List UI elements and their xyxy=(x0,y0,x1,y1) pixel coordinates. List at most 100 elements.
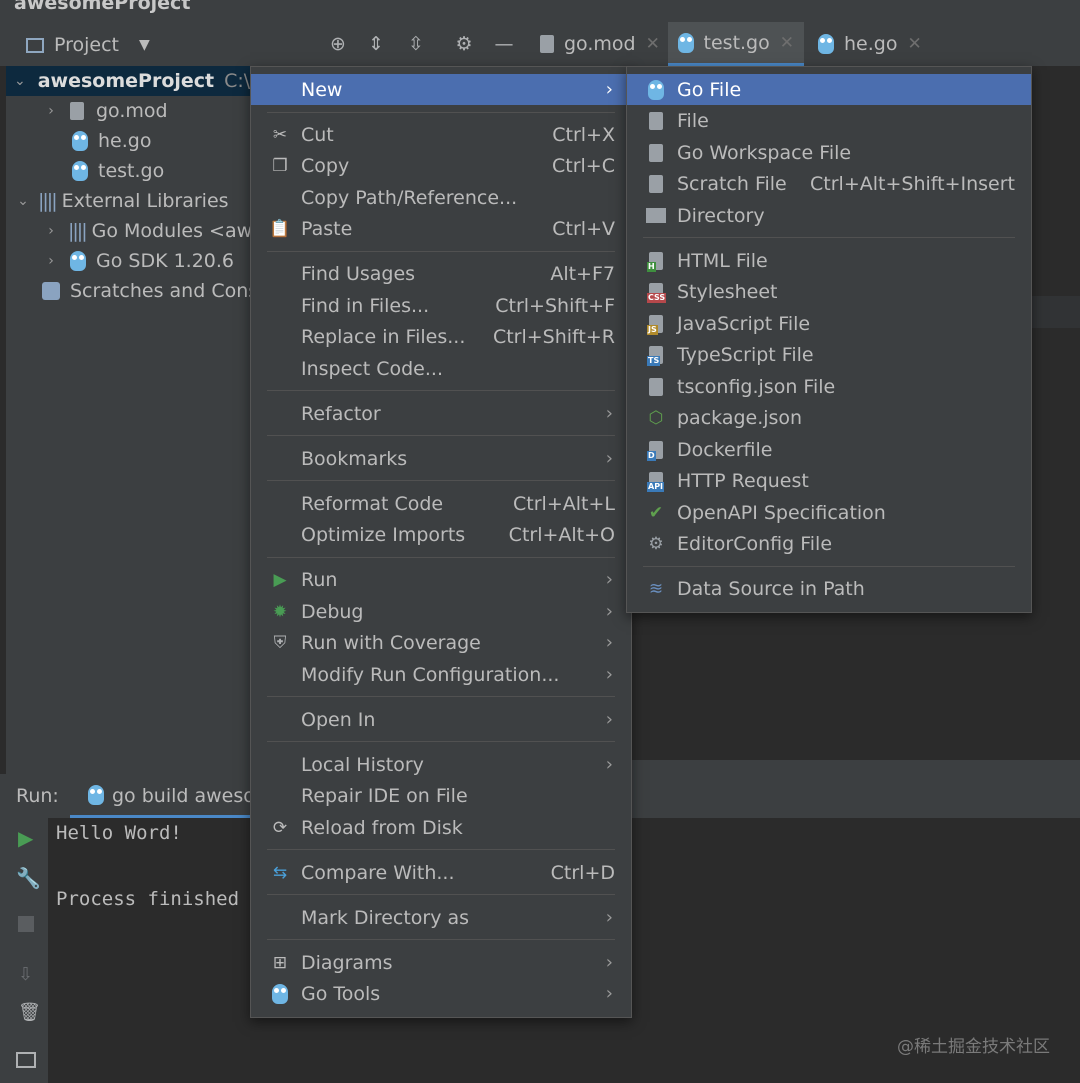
file-icon xyxy=(70,102,84,120)
docker-file-icon: D xyxy=(645,439,667,461)
menu-item-mark-directory[interactable]: Mark Directory as › xyxy=(251,902,631,933)
tree-item-go-sdk[interactable]: › Go SDK 1.20.6 xyxy=(42,246,234,276)
submenu-item-html-file[interactable]: H HTML File xyxy=(627,245,1031,276)
menu-item-run-with-coverage[interactable]: ⛨ Run with Coverage › xyxy=(251,627,631,658)
tab-go-mod[interactable]: go.mod ✕ xyxy=(530,22,670,66)
project-name: awesomeProject xyxy=(37,70,215,92)
submenu-item-typescript[interactable]: TS TypeScript File xyxy=(627,339,1031,370)
menu-item-run[interactable]: ▶ Run › xyxy=(251,564,631,595)
menu-item-refactor[interactable]: Refactor › xyxy=(251,398,631,429)
chevron-down-icon[interactable]: ⌄ xyxy=(14,193,32,209)
menu-item-reload-from-disk[interactable]: ⟳ Reload from Disk xyxy=(251,812,631,843)
collapse-all-icon[interactable]: ⇳ xyxy=(404,32,428,56)
submenu-item-dockerfile[interactable]: D Dockerfile xyxy=(627,434,1031,465)
stop-icon[interactable] xyxy=(18,916,34,932)
gopher-icon xyxy=(645,79,667,101)
submenu-item-data-source[interactable]: ≋ Data Source in Path xyxy=(627,573,1031,604)
menu-item-cut[interactable]: ✂ Cut Ctrl+X xyxy=(251,119,631,150)
submenu-item-file[interactable]: File xyxy=(627,105,1031,136)
run-config-tab[interactable]: go build aweson xyxy=(112,785,267,807)
menu-item-new[interactable]: New › xyxy=(251,74,631,105)
gopher-icon xyxy=(818,34,834,54)
crosshair-icon[interactable]: ⊕ xyxy=(326,32,350,56)
chevron-right-icon[interactable]: › xyxy=(42,223,60,239)
watermark: @稀土掘金技术社区 xyxy=(897,1037,1050,1057)
tree-item-scratches[interactable]: Scratches and Consol xyxy=(42,276,275,306)
gopher-icon xyxy=(88,785,104,805)
submenu-item-editorconfig[interactable]: ⚙ EditorConfig File xyxy=(627,528,1031,559)
menu-item-inspect-code[interactable]: Inspect Code... xyxy=(251,353,631,384)
wrench-icon[interactable]: 🔧 xyxy=(16,866,41,890)
submenu-item-stylesheet[interactable]: CSS Stylesheet xyxy=(627,276,1031,307)
submenu-item-go-workspace[interactable]: Go Workspace File xyxy=(627,137,1031,168)
file-icon xyxy=(540,35,554,53)
menu-item-go-tools[interactable]: Go Tools › xyxy=(251,978,631,1009)
menu-item-repair-ide[interactable]: Repair IDE on File xyxy=(251,780,631,811)
menu-item-paste[interactable]: 📋 Paste Ctrl+V xyxy=(251,213,631,244)
project-view-selector[interactable]: Project ▼ xyxy=(14,30,160,60)
project-panel: ⌄ awesomeProject C:\ › go.mod he.go test… xyxy=(6,66,275,760)
menu-item-copy-path[interactable]: Copy Path/Reference... xyxy=(251,182,631,213)
menu-label: Copy Path/Reference... xyxy=(301,186,518,209)
menu-item-copy[interactable]: ❐ Copy Ctrl+C xyxy=(251,150,631,181)
menu-item-open-in[interactable]: Open In › xyxy=(251,704,631,735)
menu-item-find-in-files[interactable]: Find in Files... Ctrl+Shift+F xyxy=(251,290,631,321)
run-icon[interactable]: ▶ xyxy=(18,826,33,850)
menu-item-modify-run-config[interactable]: Modify Run Configuration... › xyxy=(251,659,631,690)
submenu-item-directory[interactable]: Directory xyxy=(627,200,1031,231)
tree-item-label: Scratches and Consol xyxy=(70,280,276,302)
menu-label: Go File xyxy=(677,78,742,101)
close-icon[interactable]: ✕ xyxy=(646,34,660,54)
file-icon xyxy=(645,110,667,132)
gopher-icon xyxy=(72,161,88,181)
submenu-item-tsconfig[interactable]: tsconfig.json File xyxy=(627,371,1031,402)
submenu-item-openapi[interactable]: ✔ OpenAPI Specification xyxy=(627,497,1031,528)
tab-he-go[interactable]: he.go ✕ xyxy=(808,22,932,66)
tree-item-test-go[interactable]: test.go xyxy=(72,156,164,186)
trash-icon[interactable]: 🗑 xyxy=(18,1002,41,1023)
chevron-right-icon[interactable]: › xyxy=(42,253,60,269)
menu-item-local-history[interactable]: Local History › xyxy=(251,749,631,780)
menu-item-find-usages[interactable]: Find Usages Alt+F7 xyxy=(251,258,631,289)
menu-item-replace-in-files[interactable]: Replace in Files... Ctrl+Shift+R xyxy=(251,321,631,352)
tree-item-go-modules[interactable]: › |||| Go Modules <awe xyxy=(42,216,264,246)
hide-icon[interactable]: — xyxy=(492,32,516,56)
chevron-right-icon[interactable]: › xyxy=(42,103,60,119)
menu-label: Open In xyxy=(301,708,376,731)
tab-test-go[interactable]: test.go ✕ xyxy=(668,22,804,66)
chevron-right-icon: › xyxy=(605,664,613,685)
menu-shortcut: Ctrl+Alt+O xyxy=(508,523,615,546)
submenu-item-scratch-file[interactable]: Scratch File Ctrl+Alt+Shift+Insert xyxy=(627,168,1031,199)
layout-icon[interactable] xyxy=(16,1052,36,1068)
chevron-down-icon[interactable]: ⌄ xyxy=(14,73,26,89)
scroll-to-end-icon[interactable]: ⇩ xyxy=(18,964,33,985)
menu-item-debug[interactable]: ✹ Debug › xyxy=(251,596,631,627)
submenu-item-http-request[interactable]: API HTTP Request xyxy=(627,465,1031,496)
expand-all-icon[interactable]: ⇕ xyxy=(364,32,388,56)
menu-item-compare-with[interactable]: ⇆ Compare With... Ctrl+D xyxy=(251,857,631,888)
tab-label: he.go xyxy=(844,33,898,55)
close-icon[interactable]: ✕ xyxy=(907,34,921,54)
menu-item-bookmarks[interactable]: Bookmarks › xyxy=(251,443,631,474)
project-path: C:\ xyxy=(224,70,251,92)
library-icon: |||| xyxy=(68,220,88,242)
menu-label: Local History xyxy=(301,753,424,776)
database-icon: ≋ xyxy=(648,578,664,599)
menu-item-reformat-code[interactable]: Reformat Code Ctrl+Alt+L xyxy=(251,488,631,519)
menu-shortcut: Ctrl+Alt+Shift+Insert xyxy=(810,172,1015,195)
menu-item-diagrams[interactable]: ⊞ Diagrams › xyxy=(251,947,631,978)
tree-root[interactable]: ⌄ awesomeProject C:\ xyxy=(6,66,250,96)
tree-item-he-go[interactable]: he.go xyxy=(72,126,151,156)
close-icon[interactable]: ✕ xyxy=(780,33,794,53)
submenu-item-javascript[interactable]: JS JavaScript File xyxy=(627,308,1031,339)
menu-shortcut: Ctrl+Alt+L xyxy=(513,492,615,515)
menu-label: Modify Run Configuration... xyxy=(301,663,560,686)
tree-item-external-libraries[interactable]: ⌄ |||| External Libraries xyxy=(14,186,228,216)
gear-icon[interactable]: ⚙ xyxy=(452,32,476,56)
menu-item-optimize-imports[interactable]: Optimize Imports Ctrl+Alt+O xyxy=(251,519,631,550)
tree-item-go-mod[interactable]: › go.mod xyxy=(42,96,167,126)
menu-label: Go Workspace File xyxy=(677,141,852,164)
console-line: Process finished xyxy=(56,888,240,910)
submenu-item-go-file[interactable]: Go File xyxy=(627,74,1031,105)
submenu-item-package-json[interactable]: ⬡ package.json xyxy=(627,402,1031,433)
